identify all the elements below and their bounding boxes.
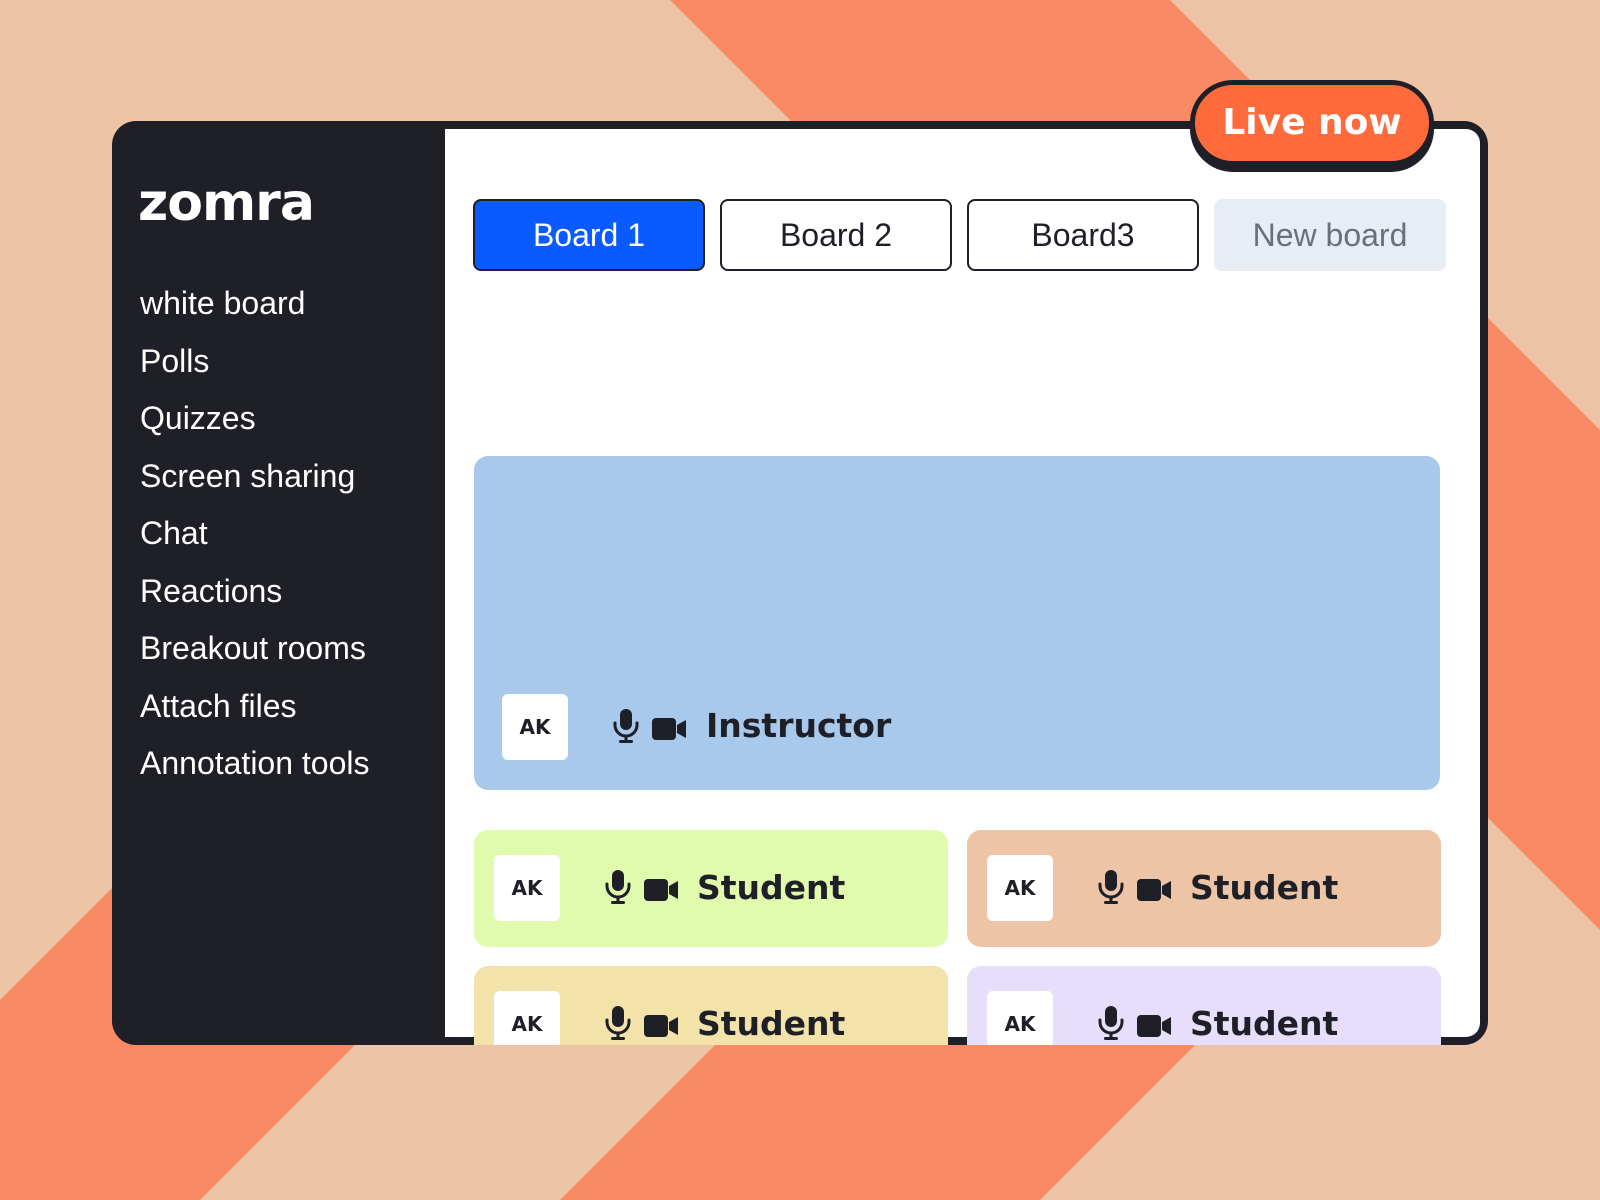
instructor-tile[interactable]: AK Instructor <box>474 456 1440 790</box>
sidebar-item-polls[interactable]: Polls <box>140 333 370 391</box>
sidebar: zomra white board Polls Quizzes Screen s… <box>112 121 445 1045</box>
tab-board-1[interactable]: Board 1 <box>473 199 705 271</box>
sidebar-item-annotation-tools[interactable]: Annotation tools <box>140 735 370 793</box>
main-panel: Board 1 Board 2 Board3 New board AK Inst… <box>445 129 1480 1045</box>
sidebar-nav: white board Polls Quizzes Screen sharing… <box>140 275 370 793</box>
avatar: AK <box>502 694 568 760</box>
participant-role: Student <box>697 868 846 907</box>
sidebar-item-chat[interactable]: Chat <box>140 505 370 563</box>
video-camera-icon[interactable] <box>652 717 686 741</box>
participant-role: Student <box>1190 868 1339 907</box>
microphone-icon[interactable] <box>604 870 632 904</box>
participant-role: Student <box>697 1004 846 1043</box>
avatar: AK <box>987 855 1053 921</box>
video-camera-icon[interactable] <box>1137 1014 1171 1038</box>
sidebar-item-white-board[interactable]: white board <box>140 275 370 333</box>
sidebar-item-attach-files[interactable]: Attach files <box>140 678 370 736</box>
sidebar-item-quizzes[interactable]: Quizzes <box>140 390 370 448</box>
microphone-icon[interactable] <box>604 1006 632 1040</box>
video-camera-icon[interactable] <box>644 878 678 902</box>
participant-role: Instructor <box>706 706 892 745</box>
avatar: AK <box>494 855 560 921</box>
new-board-button[interactable]: New board <box>1214 199 1446 271</box>
app-window: zomra white board Polls Quizzes Screen s… <box>112 121 1488 1045</box>
student-tile[interactable]: AK Student <box>474 966 948 1045</box>
microphone-icon[interactable] <box>1097 1006 1125 1040</box>
app-logo: zomra <box>138 173 315 233</box>
sidebar-item-screen-sharing[interactable]: Screen sharing <box>140 448 370 506</box>
avatar: AK <box>987 991 1053 1045</box>
sidebar-item-reactions[interactable]: Reactions <box>140 563 370 621</box>
tab-board-2[interactable]: Board 2 <box>720 199 952 271</box>
sidebar-item-breakout-rooms[interactable]: Breakout rooms <box>140 620 370 678</box>
live-now-badge: Live now <box>1190 80 1434 166</box>
avatar: AK <box>494 991 560 1045</box>
student-tile[interactable]: AK Student <box>474 830 948 947</box>
participant-role: Student <box>1190 1004 1339 1043</box>
microphone-icon[interactable] <box>612 709 640 743</box>
video-camera-icon[interactable] <box>644 1014 678 1038</box>
student-tile[interactable]: AK Student <box>967 966 1441 1045</box>
microphone-icon[interactable] <box>1097 870 1125 904</box>
tab-board-3[interactable]: Board3 <box>967 199 1199 271</box>
student-tile[interactable]: AK Student <box>967 830 1441 947</box>
video-camera-icon[interactable] <box>1137 878 1171 902</box>
